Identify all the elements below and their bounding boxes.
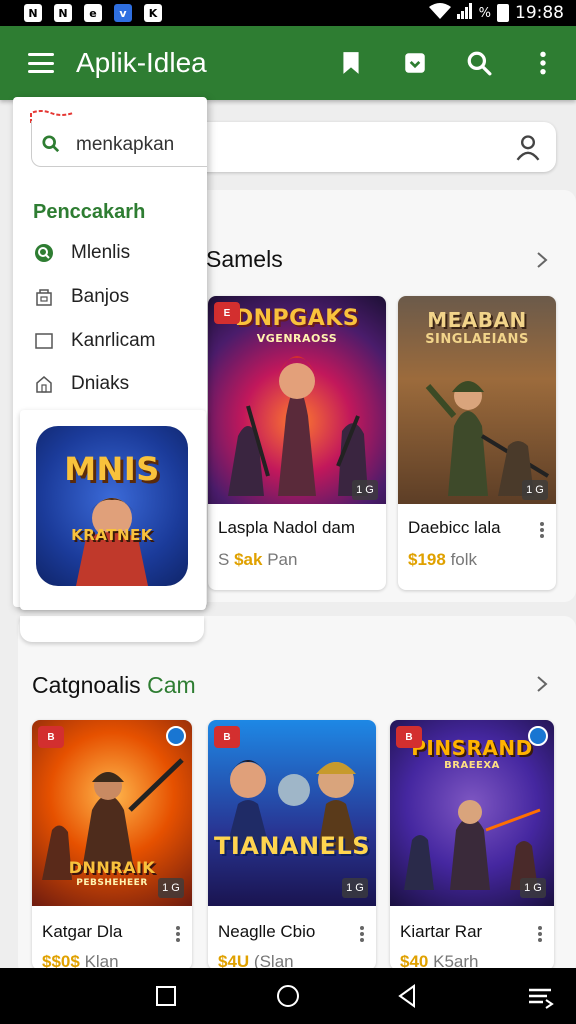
cover-title: MEABAN [427, 308, 527, 332]
overflow-menu-icon[interactable] [526, 46, 560, 80]
drawer-heading: Penccakarh [33, 201, 146, 223]
profile-icon[interactable] [514, 133, 542, 161]
game-name: Laspla Nadol dam [218, 518, 356, 537]
section-title: Catgnoalis Cam [32, 672, 196, 698]
notification-icon: v [114, 4, 132, 22]
back-triangle-icon[interactable] [394, 982, 422, 1010]
keyboard-toggle-icon[interactable] [526, 982, 554, 1010]
notification-icon: N [54, 4, 72, 22]
wifi-icon [428, 2, 451, 24]
clock: 19:88 [515, 3, 564, 23]
drawer-item-label: Banjos [71, 286, 130, 307]
publisher-badge: B [214, 726, 240, 748]
game-cover-image: DNNRAIK PEBSHEHEER B 1 G [32, 720, 192, 906]
app-icon[interactable]: MNIS KRATNEK [36, 426, 188, 586]
game-card[interactable]: MEABAN SINGLAEIANS 1 G Daebicc lala $198… [398, 296, 556, 590]
bookmark-icon[interactable] [334, 46, 368, 80]
drawer-search-input[interactable]: menkapkan [31, 121, 207, 167]
age-rating-badge: 1 G [520, 878, 546, 898]
cover-subtitle: VGENRAOSS [256, 332, 338, 345]
publisher-badge: E [214, 302, 240, 324]
game-price: $198 folk [408, 550, 478, 569]
archive-icon[interactable] [398, 46, 432, 80]
square-icon [33, 330, 55, 352]
publisher-badge: B [396, 726, 422, 748]
notification-icon: e [84, 4, 102, 22]
drawer-footer [20, 616, 204, 642]
verified-badge-icon [166, 726, 186, 746]
drawer-search-text: menkapkan [76, 134, 175, 155]
game-name: Katgar Dla [42, 922, 123, 941]
notification-icon: N [24, 4, 42, 22]
cover-title: TIANANELS [213, 832, 371, 860]
age-rating-badge: 1 G [352, 480, 378, 500]
search-icon[interactable] [462, 46, 496, 80]
status-bar: N N e v K % 19:88 [0, 0, 576, 26]
app-title: Aplik-Idlea [76, 47, 207, 78]
featured-app-card[interactable]: MNIS KRATNEK [20, 410, 206, 610]
section-card: Catgnoalis Cam DNNRAIK PEBSHEHEER B 1 G … [18, 616, 576, 976]
search-circle-icon [33, 242, 55, 264]
recents-square-icon[interactable] [152, 982, 180, 1010]
game-card[interactable]: DNPGAKS VGENRAOSS E 1 G Laspla Nadol dam… [208, 296, 386, 590]
home-circle-icon[interactable] [274, 982, 302, 1010]
game-name: Daebicc lala [408, 518, 501, 537]
hamburger-menu-icon[interactable] [28, 53, 54, 73]
drawer-item-kanrlicam[interactable]: Kanrlicam [33, 325, 203, 357]
battery-percent: % [478, 5, 491, 21]
search-icon [42, 135, 60, 153]
cover-subtitle: BRAEEXA [444, 760, 500, 771]
more-options-icon[interactable] [540, 522, 544, 538]
app-tile-title: MNIS [64, 450, 160, 488]
game-cover-image: MEABAN SINGLAEIANS 1 G [398, 296, 556, 504]
game-cover-image: TIANANELS B 1 G [208, 720, 376, 906]
more-options-icon[interactable] [360, 926, 364, 942]
drawer-item-dniaks[interactable]: Dniaks [33, 368, 203, 400]
age-rating-badge: 1 G [342, 878, 368, 898]
notification-icon: K [144, 4, 162, 22]
game-price: S $ak Pan [218, 550, 298, 569]
game-cover-image: PINSRAND BRAEEXA B 1 G [390, 720, 554, 906]
more-options-icon[interactable] [176, 926, 180, 942]
signal-icon [456, 2, 473, 24]
battery-icon [497, 4, 509, 22]
game-cover-image: DNPGAKS VGENRAOSS E 1 G [208, 296, 386, 504]
chevron-right-icon[interactable] [532, 674, 552, 694]
section-title: Samels [206, 246, 283, 272]
app-bar: Aplik-Idlea [0, 26, 576, 100]
house-icon [33, 373, 55, 395]
game-card[interactable]: DNNRAIK PEBSHEHEER B 1 G Katgar Dla $$0$… [32, 720, 192, 970]
verified-badge-icon [528, 726, 548, 746]
store-icon [33, 286, 55, 308]
drawer-item-banjos[interactable]: Banjos [33, 281, 203, 313]
system-nav-bar [0, 968, 576, 1024]
age-rating-badge: 1 G [158, 878, 184, 898]
drawer-item-label: Dniaks [71, 373, 130, 394]
age-rating-badge: 1 G [522, 480, 548, 500]
drawer-item-label: Mlenlis [71, 242, 131, 263]
publisher-badge: B [38, 726, 64, 748]
cover-title: DNNRAIK [68, 858, 156, 877]
game-name: Neaglle Cbio [218, 922, 316, 941]
game-name: Kiartar Rar [400, 922, 483, 941]
cover-subtitle: SINGLAEIANS [425, 332, 529, 347]
game-card[interactable]: TIANANELS B 1 G Neaglle Cbio $4U (Slan [208, 720, 376, 970]
drawer-item-label: Kanrlicam [71, 330, 156, 351]
more-options-icon[interactable] [538, 926, 542, 942]
app-tile-subtitle: KRATNEK [71, 526, 153, 544]
drawer-item-mlenlis[interactable]: Mlenlis [33, 237, 203, 269]
game-card[interactable]: PINSRAND BRAEEXA B 1 G Kiartar Rar $40 K… [390, 720, 554, 970]
chevron-right-icon[interactable] [532, 250, 552, 270]
